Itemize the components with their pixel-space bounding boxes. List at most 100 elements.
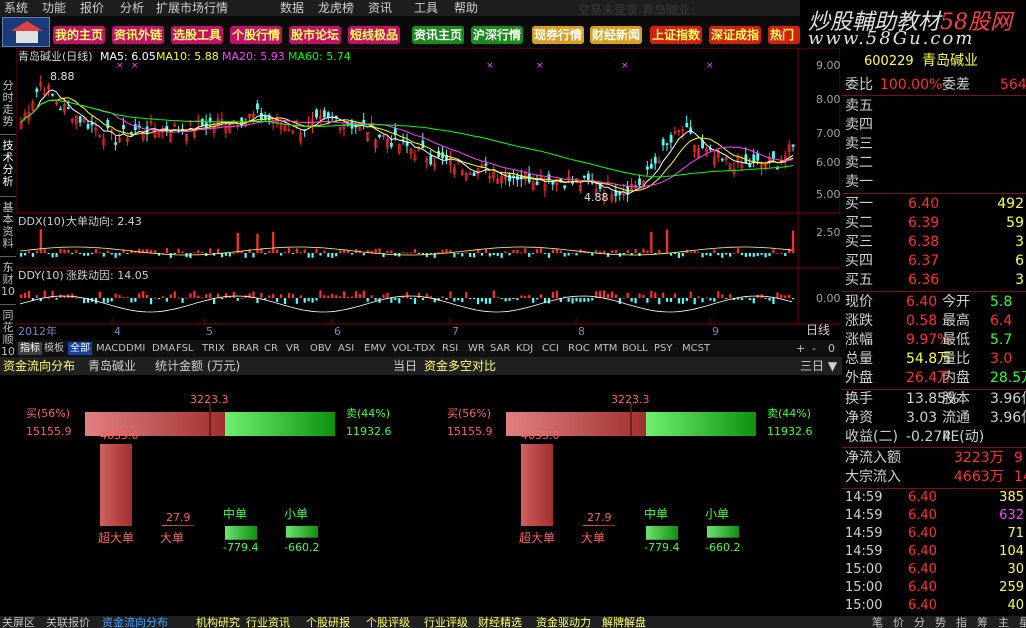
home-icon[interactable]: [2, 17, 50, 47]
toolbar-sh-index[interactable]: 上证指数: [650, 26, 703, 44]
bottom-tab-2[interactable]: 资金流向分布: [102, 617, 168, 628]
tick-price: 6.40: [908, 562, 937, 577]
bottom-right-tab-7[interactable]: 星: [1019, 617, 1026, 628]
bottom-tab-6[interactable]: 个股评级: [366, 617, 410, 628]
indicator-tab-asi[interactable]: ASI: [338, 342, 354, 355]
menu-help[interactable]: 帮助: [454, 1, 478, 15]
flow-distribution-panel: 3223.3 买(56%) 15155.9 卖(44%) 11932.6 超大单…: [0, 376, 420, 616]
bottom-tab-9[interactable]: 资金驱动力: [536, 617, 591, 628]
indicator-tab-dma[interactable]: DMA: [152, 342, 175, 355]
bottom-tab-4[interactable]: 行业资讯: [246, 617, 290, 628]
ddy-bar: [642, 294, 645, 298]
bottom-right-tab-3[interactable]: 势: [935, 617, 946, 628]
menu-system[interactable]: 系统: [4, 1, 28, 15]
buy-level-label: 买四: [845, 253, 873, 269]
menu-data[interactable]: 数据: [280, 1, 304, 15]
toolbar-news-links[interactable]: 资讯外链: [112, 26, 165, 44]
indicator-tab-emv[interactable]: EMV: [364, 342, 386, 355]
indicator-tab-模板[interactable]: 模板: [44, 342, 64, 355]
flow-left-title[interactable]: 资金流向分布: [3, 359, 75, 373]
tab-eastmoney[interactable]: 东财10: [0, 262, 16, 298]
indicator-tab-boll[interactable]: BOLL: [622, 342, 648, 355]
ddx-bar: [90, 253, 94, 254]
sell-value: 11932.6: [767, 425, 813, 438]
toolbar-sz-index[interactable]: 深证成指: [709, 26, 762, 44]
toolbar-news-home[interactable]: 资讯主页: [412, 26, 465, 44]
indicator-tab-brar[interactable]: BRAR: [232, 342, 259, 355]
indicator-tab-fsl[interactable]: FSL: [176, 342, 194, 355]
menu-dragon-tiger[interactable]: 龙虎榜: [318, 1, 354, 15]
toolbar-my-home[interactable]: 我的主页: [53, 26, 106, 44]
bottom-right-tab-0[interactable]: 笔: [872, 617, 883, 628]
toolbar-stock-picker[interactable]: 选股工具: [171, 26, 224, 44]
tab-technical[interactable]: 技术分析: [0, 140, 16, 188]
indicator-tab-vol-tdx[interactable]: VOL-TDX: [392, 342, 435, 355]
bottom-right-tab-4[interactable]: 指: [956, 617, 967, 628]
flow-right-title[interactable]: 资金多空对比: [424, 359, 496, 373]
toolbar-stock-quote[interactable]: 个股行情: [230, 26, 283, 44]
bottom-tab-5[interactable]: 个股研报: [306, 617, 350, 628]
indicator-tab-全部[interactable]: 全部: [68, 342, 92, 355]
bottom-tab-0[interactable]: 关屏区: [2, 617, 35, 628]
flow-bar-label: 中单: [223, 507, 248, 521]
flow-right-period[interactable]: 三日 ▼: [800, 359, 837, 373]
indicator-tab-sar[interactable]: SAR: [490, 342, 510, 355]
indicator-tab-cci[interactable]: CCI: [542, 342, 559, 355]
indicator-tab-mcst[interactable]: MCST: [682, 342, 710, 355]
indicator-tab-kdj[interactable]: KDJ: [516, 342, 533, 355]
chart-area[interactable]: × × × × × × 青岛碱业(日线) MA5: 6.05 MA10: 5.88 MA2…: [16, 48, 841, 340]
bottom-right-tab-2[interactable]: 分: [914, 617, 925, 628]
menu-tools[interactable]: 工具: [414, 1, 438, 15]
indicator-tab-指标[interactable]: 指标: [18, 342, 42, 355]
indicator-tab-psy[interactable]: PSY: [654, 342, 673, 355]
ddx-bar: [311, 253, 314, 258]
ddy-bar: [457, 298, 460, 301]
tab-intraday[interactable]: 分时走势: [0, 80, 16, 128]
toolbar-forum[interactable]: 股市论坛: [289, 26, 342, 44]
toolbar-bond[interactable]: 现券行情: [532, 26, 585, 44]
bottom-tab-10[interactable]: 解牌解盘: [602, 617, 646, 628]
zoom-in-button[interactable]: +: [796, 342, 805, 355]
ddx-bar: [602, 250, 606, 253]
zoom-reset-button[interactable]: 0: [828, 342, 835, 355]
ddx-bar: [461, 253, 464, 257]
candle-body: [720, 158, 724, 161]
bottom-tab-3[interactable]: 机构研究: [196, 617, 240, 628]
ddy-bar: [630, 298, 633, 302]
indicator-tab-trix[interactable]: TRIX: [202, 342, 225, 355]
toolbar-finance-news[interactable]: 财经新闻: [590, 26, 643, 44]
menu-quote[interactable]: 报价: [80, 1, 104, 15]
ma60-label: MA60: 5.74: [288, 50, 351, 63]
indicator-tab-dmi[interactable]: DMI: [126, 342, 145, 355]
bottom-tab-1[interactable]: 关联报价: [46, 617, 90, 628]
bottom-tab-8[interactable]: 财经精选: [478, 617, 522, 628]
indicator-tab-macd[interactable]: MACD: [96, 342, 126, 355]
bottom-right-tab-5[interactable]: 筹: [977, 617, 988, 628]
tab-fundamentals[interactable]: 基本资料: [0, 202, 16, 250]
toolbar-short-term[interactable]: 短线极品: [348, 26, 401, 44]
menu-analysis[interactable]: 分析: [120, 1, 144, 15]
indicator-tab-vr[interactable]: VR: [286, 342, 300, 355]
ddy-bar: [740, 298, 744, 301]
menu-function[interactable]: 功能: [42, 1, 66, 15]
toolbar-hot[interactable]: 热门: [768, 26, 800, 44]
menu-news[interactable]: 资讯: [368, 1, 392, 15]
bottom-tab-7[interactable]: 行业评级: [424, 617, 468, 628]
indicator-tab-rsi[interactable]: RSI: [442, 342, 458, 355]
bottom-right-tab-1[interactable]: 价: [893, 617, 904, 628]
flow-left-period[interactable]: 当日: [393, 359, 417, 373]
tab-ths[interactable]: 同花顺10: [0, 310, 16, 362]
indicator-tab-obv[interactable]: OBV: [310, 342, 331, 355]
indicator-tab-mtm[interactable]: MTM: [594, 342, 617, 355]
ddy-bar: [776, 292, 779, 298]
bottom-right-tab-6[interactable]: 主: [998, 617, 1009, 628]
ddx-bar: [216, 248, 220, 253]
indicator-tab-roc[interactable]: ROC: [568, 342, 590, 355]
menu-extended-market[interactable]: 扩展市场行情: [156, 1, 228, 15]
candle-body: [776, 167, 779, 170]
zoom-out-button[interactable]: -: [812, 342, 816, 355]
indicator-tab-cr[interactable]: CR: [264, 342, 278, 355]
toolbar-hs-market[interactable]: 沪深行情: [471, 26, 524, 44]
indicator-tab-wr[interactable]: WR: [468, 342, 485, 355]
period-label[interactable]: 日线: [806, 324, 830, 336]
